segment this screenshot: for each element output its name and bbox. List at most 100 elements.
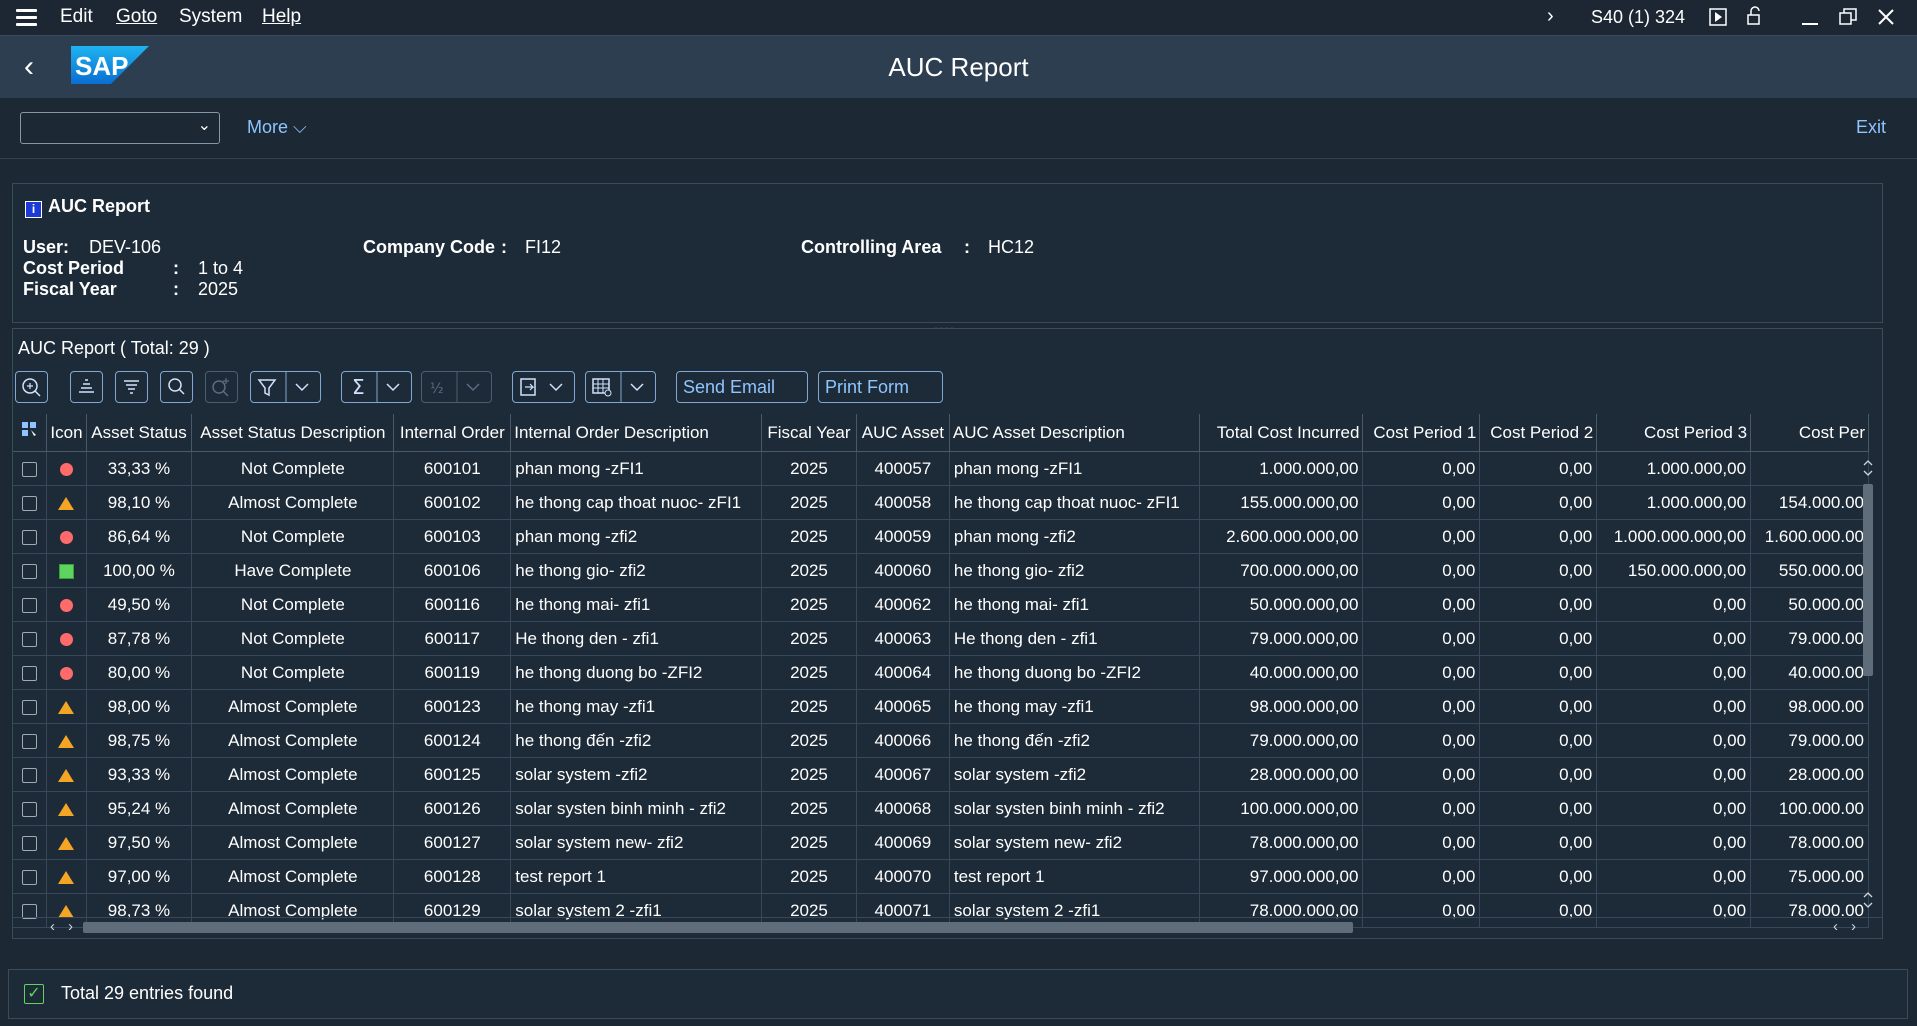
- cell-internal-order[interactable]: 600125: [393, 757, 512, 792]
- cell-internal-order-description[interactable]: He thong den - zfi1: [510, 621, 763, 656]
- row-checkbox[interactable]: [22, 495, 38, 511]
- cell-asset-status-description[interactable]: Almost Complete: [191, 689, 395, 724]
- row-checkbox-cell[interactable]: [13, 859, 48, 894]
- cell-auc-asset[interactable]: 400057: [856, 451, 950, 486]
- cell-internal-order[interactable]: 600117: [393, 621, 512, 656]
- col-fiscal-year[interactable]: Fiscal Year: [761, 414, 857, 452]
- cell-cost-period-1[interactable]: 0,00: [1362, 519, 1481, 554]
- table-row[interactable]: 100,00 % Have Complete 600106 he thong gio-…: [13, 553, 1869, 588]
- cell-internal-order[interactable]: 600126: [393, 791, 512, 826]
- cell-cost-period-1[interactable]: 0,00: [1362, 825, 1481, 860]
- cell-internal-order-description[interactable]: solar system new- zfi2: [510, 825, 763, 860]
- row-checkbox[interactable]: [22, 665, 38, 681]
- hamburger-menu-icon[interactable]: [16, 9, 37, 26]
- cell-fiscal-year[interactable]: 2025: [761, 825, 857, 860]
- cell-cost-period-3[interactable]: 0,00: [1596, 859, 1752, 894]
- row-checkbox-cell[interactable]: [13, 723, 48, 758]
- cell-cost-period-4[interactable]: 40.000.00: [1750, 655, 1869, 690]
- cell-asset-status[interactable]: 49,50 %: [86, 587, 193, 622]
- sum-button[interactable]: Σ: [341, 371, 412, 403]
- cell-auc-asset[interactable]: 400058: [856, 485, 950, 520]
- row-checkbox[interactable]: [22, 869, 38, 885]
- cell-auc-asset[interactable]: 400070: [856, 859, 950, 894]
- cell-asset-status-description[interactable]: Almost Complete: [191, 485, 395, 520]
- table-row[interactable]: 80,00 % Not Complete 600119 he thong duong …: [13, 655, 1869, 690]
- cell-cost-period-3[interactable]: 1.000.000.000,00: [1596, 519, 1752, 554]
- cell-total-cost[interactable]: 97.000.000,00: [1199, 859, 1364, 894]
- cell-cost-period-2[interactable]: 0,00: [1479, 859, 1598, 894]
- cell-cost-period-4[interactable]: [1750, 451, 1869, 486]
- cell-internal-order-description[interactable]: phan mong -zFI1: [510, 451, 763, 486]
- cell-fiscal-year[interactable]: 2025: [761, 723, 857, 758]
- cell-auc-asset[interactable]: 400062: [856, 587, 950, 622]
- cell-auc-asset[interactable]: 400064: [856, 655, 950, 690]
- cell-auc-asset-description[interactable]: phan mong -zFI1: [949, 451, 1200, 486]
- row-checkbox[interactable]: [22, 733, 38, 749]
- row-checkbox[interactable]: [22, 767, 38, 783]
- cell-auc-asset-description[interactable]: test report 1: [949, 859, 1200, 894]
- cell-cost-period-3[interactable]: 1.000.000,00: [1596, 451, 1752, 486]
- cell-asset-status[interactable]: 86,64 %: [86, 519, 193, 554]
- cell-internal-order-description[interactable]: he thong mai- zfi1: [510, 587, 763, 622]
- cell-auc-asset[interactable]: 400069: [856, 825, 950, 860]
- cell-cost-period-2[interactable]: 0,00: [1479, 689, 1598, 724]
- cell-internal-order[interactable]: 600123: [393, 689, 512, 724]
- cell-cost-period-3[interactable]: 0,00: [1596, 791, 1752, 826]
- cell-total-cost[interactable]: 78.000.000,00: [1199, 825, 1364, 860]
- cell-fiscal-year[interactable]: 2025: [761, 519, 857, 554]
- cell-cost-period-4[interactable]: 79.000.00: [1750, 621, 1869, 656]
- table-row[interactable]: 87,78 % Not Complete 600117 He thong den - …: [13, 621, 1869, 656]
- cell-total-cost[interactable]: 79.000.000,00: [1199, 723, 1364, 758]
- cell-cost-period-4[interactable]: 100.000.00: [1750, 791, 1869, 826]
- cell-asset-status-description[interactable]: Almost Complete: [191, 791, 395, 826]
- cell-auc-asset-description[interactable]: solar system -zfi2: [949, 757, 1200, 792]
- cell-auc-asset-description[interactable]: he thong cap thoat nuoc- zFI1: [949, 485, 1200, 520]
- col-total-cost[interactable]: Total Cost Incurred: [1199, 414, 1364, 452]
- cell-total-cost[interactable]: 100.000.000,00: [1199, 791, 1364, 826]
- cell-cost-period-3[interactable]: 1.000.000,00: [1596, 485, 1752, 520]
- row-checkbox-cell[interactable]: [13, 485, 48, 520]
- cell-fiscal-year[interactable]: 2025: [761, 689, 857, 724]
- table-row[interactable]: 97,50 % Almost Complete 600127 solar system…: [13, 825, 1869, 860]
- row-checkbox[interactable]: [22, 563, 38, 579]
- cell-asset-status-description[interactable]: Almost Complete: [191, 859, 395, 894]
- table-row[interactable]: 98,00 % Almost Complete 600123 he thong may…: [13, 689, 1869, 724]
- cell-auc-asset-description[interactable]: phan mong -zfi2: [949, 519, 1200, 554]
- table-row[interactable]: 49,50 % Not Complete 600116 he thong mai- z…: [13, 587, 1869, 622]
- cell-auc-asset-description[interactable]: solar system new- zfi2: [949, 825, 1200, 860]
- cell-internal-order-description[interactable]: test report 1: [510, 859, 763, 894]
- select-all-icon[interactable]: [13, 414, 48, 452]
- row-checkbox[interactable]: [22, 801, 38, 817]
- cell-fiscal-year[interactable]: 2025: [761, 859, 857, 894]
- table-row[interactable]: 33,33 % Not Complete 600101 phan mong -zFI1…: [13, 451, 1869, 486]
- send-email-button[interactable]: Send Email: [676, 371, 808, 403]
- cell-fiscal-year[interactable]: 2025: [761, 587, 857, 622]
- details-button[interactable]: [15, 371, 48, 403]
- cell-asset-status-description[interactable]: Not Complete: [191, 451, 395, 486]
- cell-cost-period-2[interactable]: 0,00: [1479, 485, 1598, 520]
- row-checkbox-cell[interactable]: [13, 689, 48, 724]
- table-row[interactable]: 93,33 % Almost Complete 600125 solar system…: [13, 757, 1869, 792]
- restore-icon[interactable]: [1839, 8, 1857, 26]
- row-checkbox[interactable]: [22, 461, 38, 477]
- cell-asset-status-description[interactable]: Have Complete: [191, 553, 395, 588]
- find-button[interactable]: [160, 371, 193, 403]
- cell-fiscal-year[interactable]: 2025: [761, 553, 857, 588]
- cell-internal-order-description[interactable]: solar systen binh minh - zfi2: [510, 791, 763, 826]
- cell-asset-status[interactable]: 80,00 %: [86, 655, 193, 690]
- cell-internal-order[interactable]: 600124: [393, 723, 512, 758]
- close-icon[interactable]: [1877, 8, 1895, 26]
- cell-fiscal-year[interactable]: 2025: [761, 621, 857, 656]
- cell-cost-period-1[interactable]: 0,00: [1362, 587, 1481, 622]
- table-row[interactable]: 98,75 % Almost Complete 600124 he thong đến…: [13, 723, 1869, 758]
- col-cost-period-2[interactable]: Cost Period 2: [1479, 414, 1598, 452]
- cell-cost-period-1[interactable]: 0,00: [1362, 859, 1481, 894]
- cell-internal-order[interactable]: 600101: [393, 451, 512, 486]
- cell-cost-period-2[interactable]: 0,00: [1479, 451, 1598, 486]
- cell-internal-order[interactable]: 600116: [393, 587, 512, 622]
- cell-asset-status-description[interactable]: Almost Complete: [191, 757, 395, 792]
- cell-cost-period-2[interactable]: 0,00: [1479, 519, 1598, 554]
- cell-fiscal-year[interactable]: 2025: [761, 757, 857, 792]
- cell-internal-order[interactable]: 600119: [393, 655, 512, 690]
- cell-auc-asset-description[interactable]: he thong gio- zfi2: [949, 553, 1200, 588]
